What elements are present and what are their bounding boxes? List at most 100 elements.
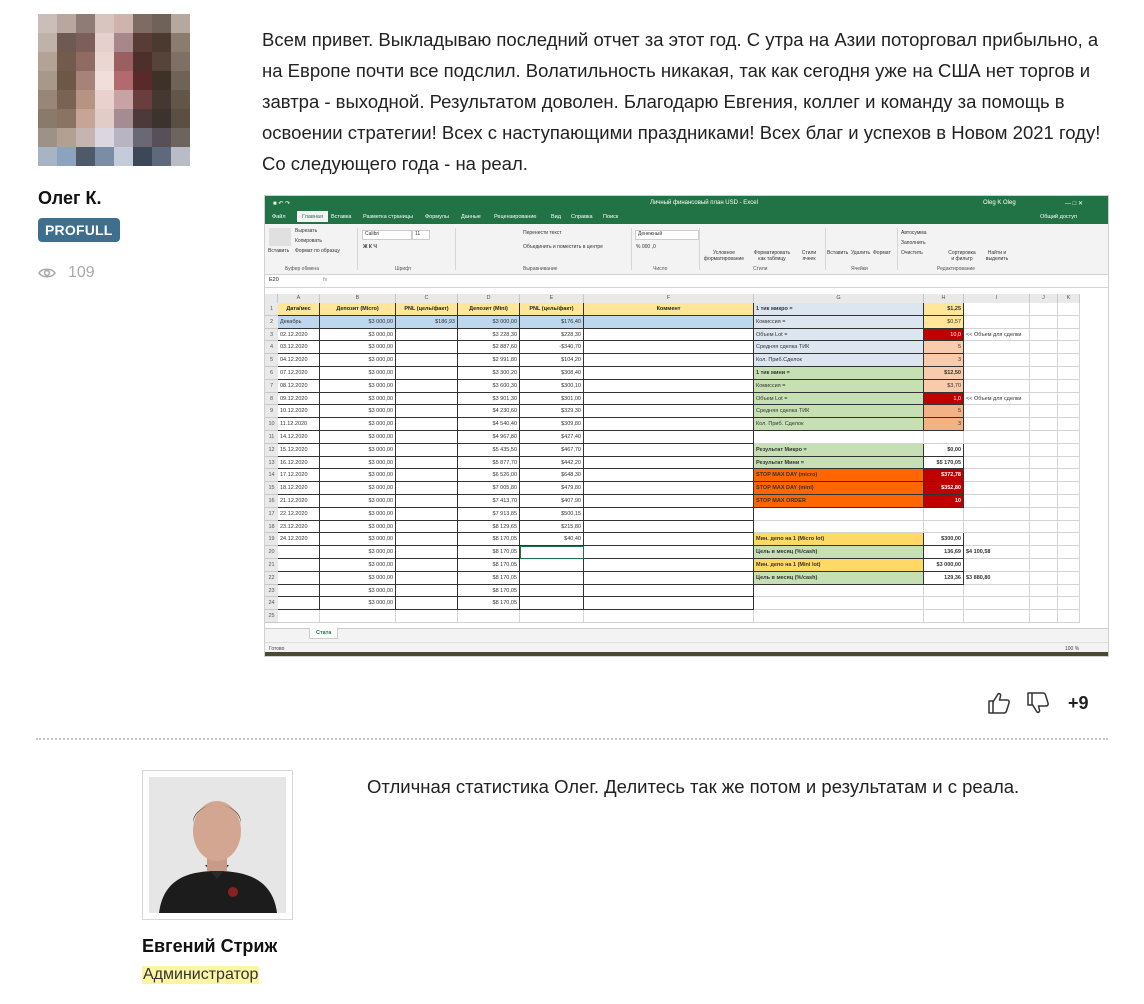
table-cell: 24.12.2020 [278, 533, 320, 547]
side-value-cell: 10,0 [924, 328, 964, 342]
ribbon-tab-6: Рецензирование [494, 214, 537, 220]
paste-icon [269, 228, 291, 246]
row-header: 12 [265, 443, 278, 457]
grid-cell [1030, 456, 1058, 470]
grid-cell [1058, 469, 1080, 483]
grid-cell [520, 610, 584, 623]
wrap-text-button: Перенести текст [523, 230, 562, 236]
save-icon: ■ ↶ ↷ [273, 201, 291, 207]
table-cell: $3 000,00 [320, 571, 396, 585]
author-name[interactable]: Олег К. [38, 188, 101, 209]
table-cell [278, 571, 320, 585]
status-badge: PROFULL [38, 218, 120, 242]
table-cell [278, 546, 320, 559]
table-cell: $301,00 [520, 392, 584, 406]
side-value-cell: 129,36 [924, 571, 964, 585]
window-controls: — □ ✕ [1065, 201, 1083, 207]
comment-divider [36, 738, 1108, 740]
ribbon-tab-8: Справка [571, 214, 593, 220]
table-header-cell: Депозит (Micro) [320, 303, 396, 316]
row-header: 11 [265, 431, 278, 444]
table-cell: 08.12.2020 [278, 379, 320, 393]
grid-cell [278, 610, 320, 623]
table-cell-comment [584, 392, 754, 406]
thumbs-up-icon[interactable] [986, 690, 1012, 716]
table-cell: 10.12.2020 [278, 405, 320, 419]
author-avatar-frame[interactable] [142, 770, 293, 920]
table-cell: $6 526,00 [458, 469, 520, 483]
excel-screenshot[interactable]: ■ ↶ ↷ Личный финансовый план USD - Excel… [265, 196, 1108, 656]
table-cell: $228,30 [520, 328, 584, 342]
number-format-select: Денежный [635, 230, 699, 240]
grid-cell [1058, 341, 1080, 355]
table-cell: $309,80 [520, 418, 584, 431]
share-button: Общий доступ [1040, 214, 1077, 220]
ribbon-tab-9: Поиск [603, 214, 619, 220]
side-label-cell: Кол. Приб. Сделок [754, 418, 924, 431]
row-header: 24 [265, 597, 278, 611]
thumbs-down-icon[interactable] [1025, 690, 1051, 716]
font-select: Calibri [362, 230, 412, 240]
grid-cell [1058, 533, 1080, 547]
author-avatar[interactable] [38, 14, 190, 166]
grid-cell [1058, 303, 1080, 316]
row-header: 5 [265, 354, 278, 367]
table-cell [396, 584, 458, 598]
table-cell: 11.12.2020 [278, 418, 320, 431]
table-cell: 16.12.2020 [278, 456, 320, 470]
eye-icon [38, 268, 56, 278]
table-cell: $8 170,05 [458, 559, 520, 572]
table-cell: 02.12.2020 [278, 328, 320, 342]
table-cell-comment [584, 379, 754, 393]
table-cell [520, 584, 584, 598]
insert-cells-button: Вставить [827, 250, 849, 256]
table-cell: 22.12.2020 [278, 507, 320, 521]
grid-cell [964, 367, 1030, 380]
row-header: 3 [265, 328, 278, 342]
side-value-cell: $372,78 [924, 469, 964, 483]
grid-cell [1058, 584, 1080, 598]
table-cell: $442,20 [520, 456, 584, 470]
row-header: 18 [265, 520, 278, 534]
table-cell-comment [584, 328, 754, 342]
table-cell [396, 571, 458, 585]
grid-cell [924, 597, 964, 611]
side-value-cell: $12,50 [924, 367, 964, 380]
table-cell-comment [584, 315, 754, 329]
table-cell [396, 507, 458, 521]
table-cell: $648,30 [520, 469, 584, 483]
grid-cell [754, 507, 924, 521]
table-cell-comment [584, 482, 754, 495]
grid-cell [1058, 610, 1080, 623]
sheet-tab-stata: Стата [309, 628, 339, 639]
ribbon-tab-2: Вставка [331, 214, 352, 220]
column-header: K [1058, 294, 1080, 303]
table-cell: 15.12.2020 [278, 443, 320, 457]
sort-filter-button: Сортировка и фильтр [948, 250, 976, 262]
ribbon-group-label: Выравнивание [523, 266, 558, 272]
table-cell: $4 967,80 [458, 431, 520, 444]
author-avatar[interactable] [149, 777, 286, 913]
table-cell: $8 170,05 [458, 546, 520, 559]
grid-cell [964, 303, 1030, 316]
table-cell [396, 405, 458, 419]
comment-text: Отличная статистика Олег. Делитесь так ж… [367, 776, 1020, 797]
table-cell: $8 170,05 [458, 597, 520, 611]
table-cell [396, 533, 458, 547]
grid-cell [1058, 546, 1080, 559]
table-cell: 21.12.2020 [278, 495, 320, 508]
grid-cell [1058, 418, 1080, 431]
table-cell: $3 000,00 [320, 584, 396, 598]
table-cell-comment [584, 367, 754, 380]
row-header: 7 [265, 379, 278, 393]
row-header: 14 [265, 469, 278, 483]
table-cell [396, 418, 458, 431]
grid-cell [964, 443, 1030, 457]
row-header: 20 [265, 546, 278, 559]
font-style-buttons: Ж К Ч [363, 244, 377, 250]
author-name[interactable]: Евгений Стриж [142, 936, 277, 957]
side-label-cell: Цель в месяц (%/cash) [754, 571, 924, 585]
grid-cell [964, 431, 1030, 444]
grid-cell [964, 418, 1030, 431]
table-cell: $2 991,80 [458, 354, 520, 367]
